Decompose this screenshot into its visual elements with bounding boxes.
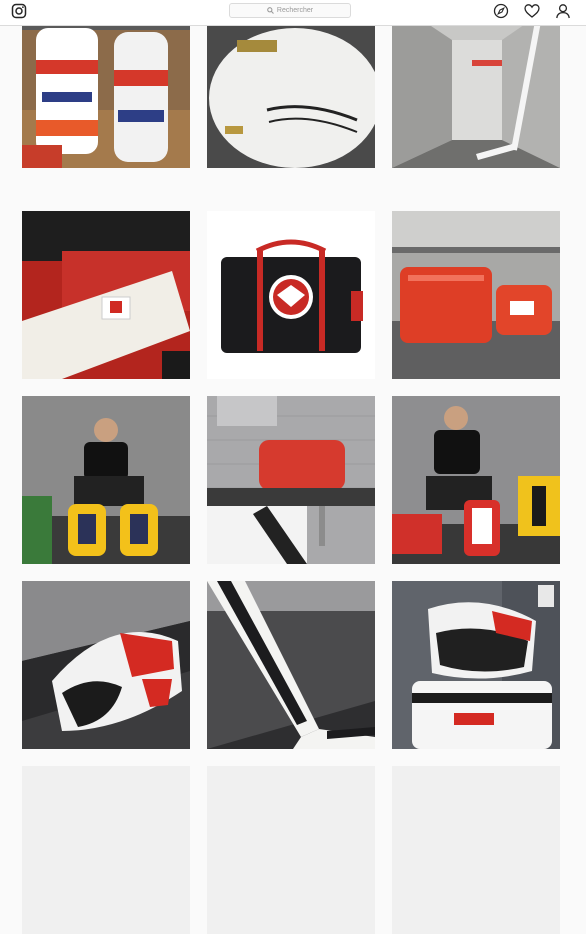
post-blocker-on-white-pad[interactable] — [392, 581, 560, 749]
post-blocker-on-bench[interactable] — [22, 581, 190, 749]
post-next-row-1[interactable] — [22, 766, 190, 934]
post-red-bags-on-floor[interactable] — [392, 211, 560, 379]
top-navigation-bar: Rechercher — [0, 0, 586, 26]
post-player-seated-with-gear[interactable] — [392, 396, 560, 564]
post-player-putting-on-yellow-pads[interactable] — [22, 396, 190, 564]
post-black-hockey-bag-eagle-logo[interactable] — [207, 211, 375, 379]
post-goalie-stick-closeup[interactable] — [207, 581, 375, 749]
search-icon — [267, 7, 274, 14]
post-next-row-2[interactable] — [207, 766, 375, 934]
post-red-gear-canada-patch[interactable] — [22, 211, 190, 379]
activity-heart-icon[interactable] — [524, 3, 540, 19]
post-next-row-3[interactable] — [392, 766, 560, 934]
profile-person-icon[interactable] — [555, 3, 571, 19]
post-red-toiletry-bag-on-bench[interactable] — [207, 396, 375, 564]
instagram-logo-icon[interactable] — [11, 3, 27, 19]
search-input[interactable]: Rechercher — [229, 3, 351, 18]
search-placeholder: Rechercher — [276, 7, 314, 14]
explore-compass-icon[interactable] — [493, 3, 509, 19]
